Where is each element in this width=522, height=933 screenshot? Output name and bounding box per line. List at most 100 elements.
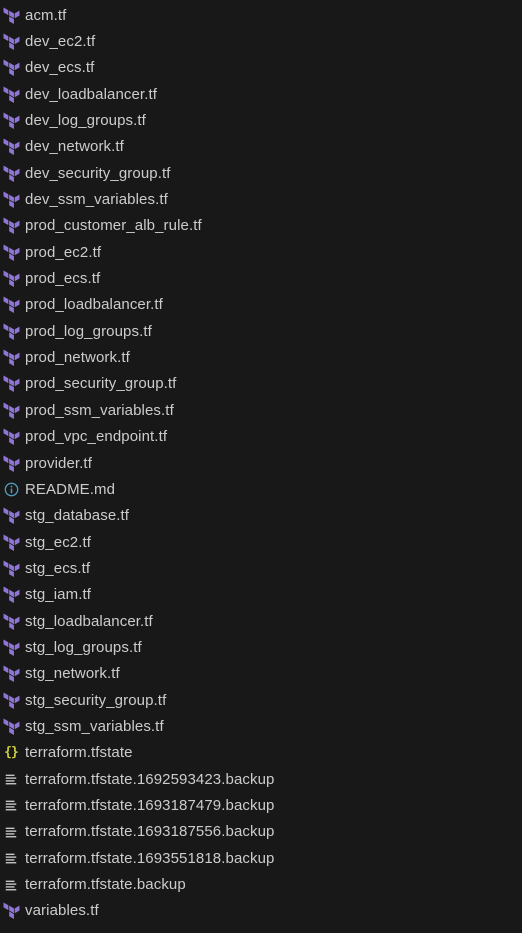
terraform-icon <box>2 507 20 525</box>
terraform-icon <box>2 533 20 551</box>
terraform-icon <box>2 559 20 577</box>
terraform-icon <box>2 428 20 446</box>
text-lines-icon <box>2 876 20 894</box>
terraform-icon <box>2 586 20 604</box>
file-item[interactable]: terraform.tfstate.1693187479.backup <box>0 792 522 818</box>
file-item[interactable]: dev_ssm_variables.tf <box>0 186 522 212</box>
file-name: prod_security_group.tf <box>25 375 177 393</box>
text-lines-icon <box>2 823 20 841</box>
terraform-icon <box>2 902 20 920</box>
terraform-icon <box>2 349 20 367</box>
file-item[interactable]: {} terraform.tfstate <box>0 740 522 766</box>
terraform-icon <box>2 191 20 209</box>
file-explorer: acm.tf dev_ec2.tf dev_ecs.tf dev_loadbalanc… <box>0 0 522 933</box>
file-item[interactable]: stg_security_group.tf <box>0 687 522 713</box>
file-name: variables.tf <box>25 902 99 920</box>
file-item[interactable]: prod_ssm_variables.tf <box>0 397 522 423</box>
terraform-icon <box>2 612 20 630</box>
terraform-icon <box>2 164 20 182</box>
terraform-icon <box>2 322 20 340</box>
file-name: prod_ec2.tf <box>25 243 102 261</box>
terraform-icon <box>2 138 20 156</box>
file-item[interactable]: prod_log_groups.tf <box>0 318 522 344</box>
file-name: stg_database.tf <box>25 507 130 525</box>
file-name: terraform.tfstate.1693551818.backup <box>25 849 275 867</box>
file-name: stg_log_groups.tf <box>25 638 142 656</box>
terraform-icon <box>2 85 20 103</box>
file-name: prod_network.tf <box>25 349 130 367</box>
file-name: dev_ssm_variables.tf <box>25 191 168 209</box>
file-item[interactable]: dev_log_groups.tf <box>0 107 522 133</box>
file-item[interactable]: prod_ecs.tf <box>0 265 522 291</box>
file-item[interactable]: prod_network.tf <box>0 344 522 370</box>
file-item[interactable]: provider.tf <box>0 450 522 476</box>
file-name: dev_loadbalancer.tf <box>25 85 157 103</box>
terraform-icon <box>2 270 20 288</box>
file-name: stg_ecs.tf <box>25 559 91 577</box>
terraform-icon <box>2 243 20 261</box>
file-name: dev_security_group.tf <box>25 164 171 182</box>
file-name: README.md <box>25 480 116 498</box>
terraform-icon <box>2 401 20 419</box>
file-item[interactable]: prod_vpc_endpoint.tf <box>0 424 522 450</box>
file-name: dev_log_groups.tf <box>25 112 146 130</box>
text-lines-icon <box>2 849 20 867</box>
file-name: terraform.tfstate.1693187556.backup <box>25 823 275 841</box>
terraform-icon <box>2 691 20 709</box>
file-item[interactable]: stg_loadbalancer.tf <box>0 608 522 634</box>
file-name: terraform.tfstate.1693187479.backup <box>25 796 275 814</box>
file-name: terraform.tfstate <box>25 744 133 762</box>
file-item[interactable]: stg_network.tf <box>0 661 522 687</box>
file-name: stg_iam.tf <box>25 586 92 604</box>
terraform-icon <box>2 59 20 77</box>
file-item[interactable]: dev_network.tf <box>0 134 522 160</box>
file-item[interactable]: prod_customer_alb_rule.tf <box>0 213 522 239</box>
file-item[interactable]: prod_ec2.tf <box>0 239 522 265</box>
file-item[interactable]: prod_security_group.tf <box>0 371 522 397</box>
file-name: dev_network.tf <box>25 138 124 156</box>
file-name: prod_ecs.tf <box>25 270 101 288</box>
json-braces-icon: {} <box>4 745 19 761</box>
file-item[interactable]: terraform.tfstate.1693551818.backup <box>0 845 522 871</box>
file-item[interactable]: stg_ec2.tf <box>0 529 522 555</box>
file-name: provider.tf <box>25 454 92 472</box>
terraform-icon <box>2 454 20 472</box>
file-name: prod_log_groups.tf <box>25 322 152 340</box>
file-name: stg_ssm_variables.tf <box>25 717 164 735</box>
file-item[interactable]: prod_loadbalancer.tf <box>0 292 522 318</box>
file-name: prod_ssm_variables.tf <box>25 401 174 419</box>
file-item[interactable]: variables.tf <box>0 898 522 924</box>
terraform-icon <box>2 6 20 24</box>
terraform-icon <box>2 665 20 683</box>
file-item[interactable]: terraform.tfstate.1692593423.backup <box>0 766 522 792</box>
file-name: acm.tf <box>25 6 67 24</box>
terraform-icon <box>2 375 20 393</box>
file-item[interactable]: dev_loadbalancer.tf <box>0 81 522 107</box>
file-name: dev_ecs.tf <box>25 59 95 77</box>
file-name: prod_vpc_endpoint.tf <box>25 428 168 446</box>
file-name: stg_ec2.tf <box>25 533 92 551</box>
file-item[interactable]: acm.tf <box>0 2 522 28</box>
file-item[interactable]: terraform.tfstate.backup <box>0 871 522 897</box>
file-item[interactable]: stg_ecs.tf <box>0 555 522 581</box>
file-item[interactable]: stg_ssm_variables.tf <box>0 713 522 739</box>
file-item[interactable]: stg_log_groups.tf <box>0 634 522 660</box>
file-name: stg_network.tf <box>25 665 120 683</box>
file-item[interactable]: stg_iam.tf <box>0 582 522 608</box>
file-item[interactable]: README.md <box>0 476 522 502</box>
file-name: prod_customer_alb_rule.tf <box>25 217 202 235</box>
file-item[interactable]: stg_database.tf <box>0 503 522 529</box>
file-name: terraform.tfstate.backup <box>25 876 186 894</box>
file-name: stg_security_group.tf <box>25 691 167 709</box>
file-item[interactable]: dev_security_group.tf <box>0 160 522 186</box>
text-lines-icon <box>2 796 20 814</box>
file-name: terraform.tfstate.1692593423.backup <box>25 770 275 788</box>
terraform-icon <box>2 296 20 314</box>
file-name: stg_loadbalancer.tf <box>25 612 153 630</box>
terraform-icon <box>2 112 20 130</box>
file-item[interactable]: dev_ec2.tf <box>0 28 522 54</box>
terraform-icon <box>2 717 20 735</box>
file-item[interactable]: terraform.tfstate.1693187556.backup <box>0 819 522 845</box>
terraform-icon <box>2 217 20 235</box>
file-item[interactable]: dev_ecs.tf <box>0 55 522 81</box>
